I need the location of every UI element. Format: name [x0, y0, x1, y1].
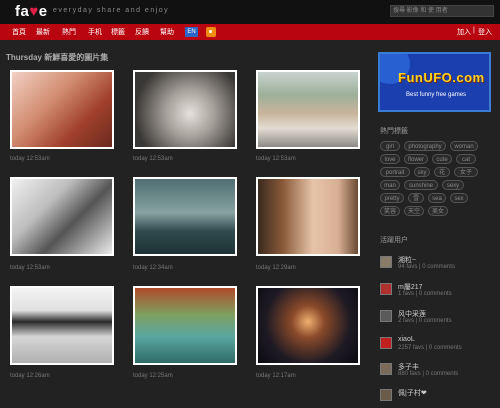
- nav-item-feedback[interactable]: 反饋: [135, 27, 149, 37]
- photo-girl-road-icon: [258, 72, 358, 147]
- user-stats: 2257 favs | 0 comments: [398, 345, 462, 351]
- tag-item[interactable]: cat: [456, 154, 476, 164]
- tag-item[interactable]: love: [380, 154, 400, 164]
- photo-thumbnail[interactable]: [10, 177, 114, 256]
- tag-item[interactable]: cute: [432, 154, 452, 164]
- site-logo[interactable]: fa♥e: [15, 3, 48, 20]
- photo-timestamp: today 12:53am: [133, 156, 173, 162]
- join-link[interactable]: 加入: [457, 27, 471, 37]
- photo-girl-flower-icon: [258, 179, 358, 254]
- user-stats: 1 favs | 0 comments: [398, 291, 452, 297]
- tag-item[interactable]: sexy: [442, 180, 464, 190]
- photo-thumbnail[interactable]: [133, 177, 237, 256]
- photo-thumbnail[interactable]: [256, 286, 360, 365]
- avatar: [380, 363, 392, 375]
- tag-item[interactable]: 女子: [454, 167, 478, 177]
- photo-timestamp: today 12:17am: [256, 373, 296, 379]
- tag-item[interactable]: man: [380, 180, 400, 190]
- tag-item[interactable]: woman: [450, 141, 478, 151]
- logo-text-prefix: fa: [15, 3, 30, 20]
- photo-timestamp: today 12:29am: [256, 265, 296, 271]
- photo-timestamp: today 12:53am: [10, 156, 50, 162]
- user-stats: 880 favs | 0 comments: [398, 371, 459, 377]
- tag-item[interactable]: 美女: [428, 206, 448, 216]
- tag-item[interactable]: 雪: [408, 193, 424, 203]
- language-en-button[interactable]: EN: [185, 27, 198, 37]
- photo-thumbnail[interactable]: [256, 177, 360, 256]
- photo-thumbnail[interactable]: [133, 286, 237, 365]
- nav-item-home[interactable]: 首頁: [12, 27, 26, 37]
- photo-timestamp: today 12:53am: [10, 265, 50, 271]
- site-tagline: everyday share and enjoy: [53, 7, 170, 14]
- nav-separator: |: [473, 27, 475, 34]
- popular-tags-title: 熱門標籤: [380, 128, 408, 135]
- tag-item[interactable]: girl: [380, 141, 400, 151]
- user-row[interactable]: 佩|子村❤: [380, 388, 492, 408]
- photo-thumbnail[interactable]: [10, 70, 114, 149]
- user-name[interactable]: xiaoL: [398, 336, 415, 343]
- photo-timestamp: today 12:53am: [256, 156, 296, 162]
- tag-item[interactable]: 笑容: [380, 206, 400, 216]
- photo-timestamp: today 12:25am: [133, 373, 173, 379]
- rss-icon[interactable]: [206, 27, 216, 37]
- photo-girl-red-hair-icon: [12, 72, 112, 147]
- avatar: [380, 283, 392, 295]
- nav-item-tags[interactable]: 標籤: [111, 27, 125, 37]
- avatar: [380, 310, 392, 322]
- photo-timestamp: today 12:26am: [10, 373, 50, 379]
- tag-item[interactable]: pretty: [380, 193, 404, 203]
- nav-item-popular[interactable]: 熱門: [62, 27, 76, 37]
- nav-item-mobile[interactable]: 手机: [88, 27, 102, 37]
- user-stats: 94 favs | 0 comments: [398, 264, 455, 270]
- user-name[interactable]: 佩|子村❤: [398, 388, 427, 398]
- user-row[interactable]: xiaoL 2257 favs | 0 comments: [380, 336, 492, 356]
- ad-tagline: Best funny free games: [406, 92, 467, 98]
- avatar: [380, 337, 392, 349]
- photo-dark-street-icon: [258, 288, 358, 363]
- logo-text-suffix: e: [38, 3, 48, 20]
- funufo-ad-banner[interactable]: FunUFO.com Best funny free games: [378, 52, 491, 112]
- user-row[interactable]: 风中采莲 2 favs | 0 comments: [380, 309, 492, 329]
- photo-thumbnail[interactable]: [10, 286, 114, 365]
- main-nav: 首頁 最新 熱門 手机 標籤 反饋 幫助 EN 加入 | 登入: [0, 24, 500, 40]
- user-stats: 2 favs | 0 comments: [398, 318, 452, 324]
- tag-item[interactable]: sex: [450, 193, 468, 203]
- active-users-title: 活躍用户: [380, 237, 408, 244]
- tag-item[interactable]: 天空: [404, 206, 424, 216]
- avatar: [380, 256, 392, 268]
- photo-blonde-child-icon: [135, 72, 235, 147]
- search-input[interactable]: 搜尋 影像 和 使 用者: [390, 5, 494, 17]
- photo-timestamp: today 12:34am: [133, 265, 173, 271]
- tag-item[interactable]: portrait: [380, 167, 410, 177]
- tag-item[interactable]: sea: [428, 193, 446, 203]
- nav-item-help[interactable]: 幫助: [160, 27, 174, 37]
- photo-girl-bw-hat-icon: [12, 288, 112, 363]
- login-link[interactable]: 登入: [478, 27, 492, 37]
- photo-thumbnail[interactable]: [256, 70, 360, 149]
- user-row[interactable]: 湘粒~ 94 favs | 0 comments: [380, 255, 492, 275]
- photo-thumbnail[interactable]: [133, 70, 237, 149]
- tag-item[interactable]: 花: [434, 167, 450, 177]
- tag-item[interactable]: photography: [404, 141, 446, 151]
- header: fa♥e everyday share and enjoy 搜尋 影像 和 使 …: [0, 0, 500, 24]
- tag-item[interactable]: sunshine: [404, 180, 438, 190]
- nav-item-latest[interactable]: 最新: [36, 27, 50, 37]
- photo-girl-water-icon: [135, 179, 235, 254]
- user-row[interactable]: m屬217 1 favs | 0 comments: [380, 282, 492, 302]
- photo-girl-butterflies-icon: [135, 288, 235, 363]
- heart-icon: ♥: [29, 3, 39, 20]
- page-title: Thursday 新鮮喜愛的圖片集: [6, 53, 109, 62]
- tag-item[interactable]: flower: [404, 154, 428, 164]
- ad-logo: FunUFO.com: [398, 70, 485, 85]
- tag-item[interactable]: sky: [414, 167, 430, 177]
- avatar: [380, 389, 392, 401]
- photo-girl-bw-sitting-icon: [12, 179, 112, 254]
- user-row[interactable]: 多子丰 880 favs | 0 comments: [380, 362, 492, 382]
